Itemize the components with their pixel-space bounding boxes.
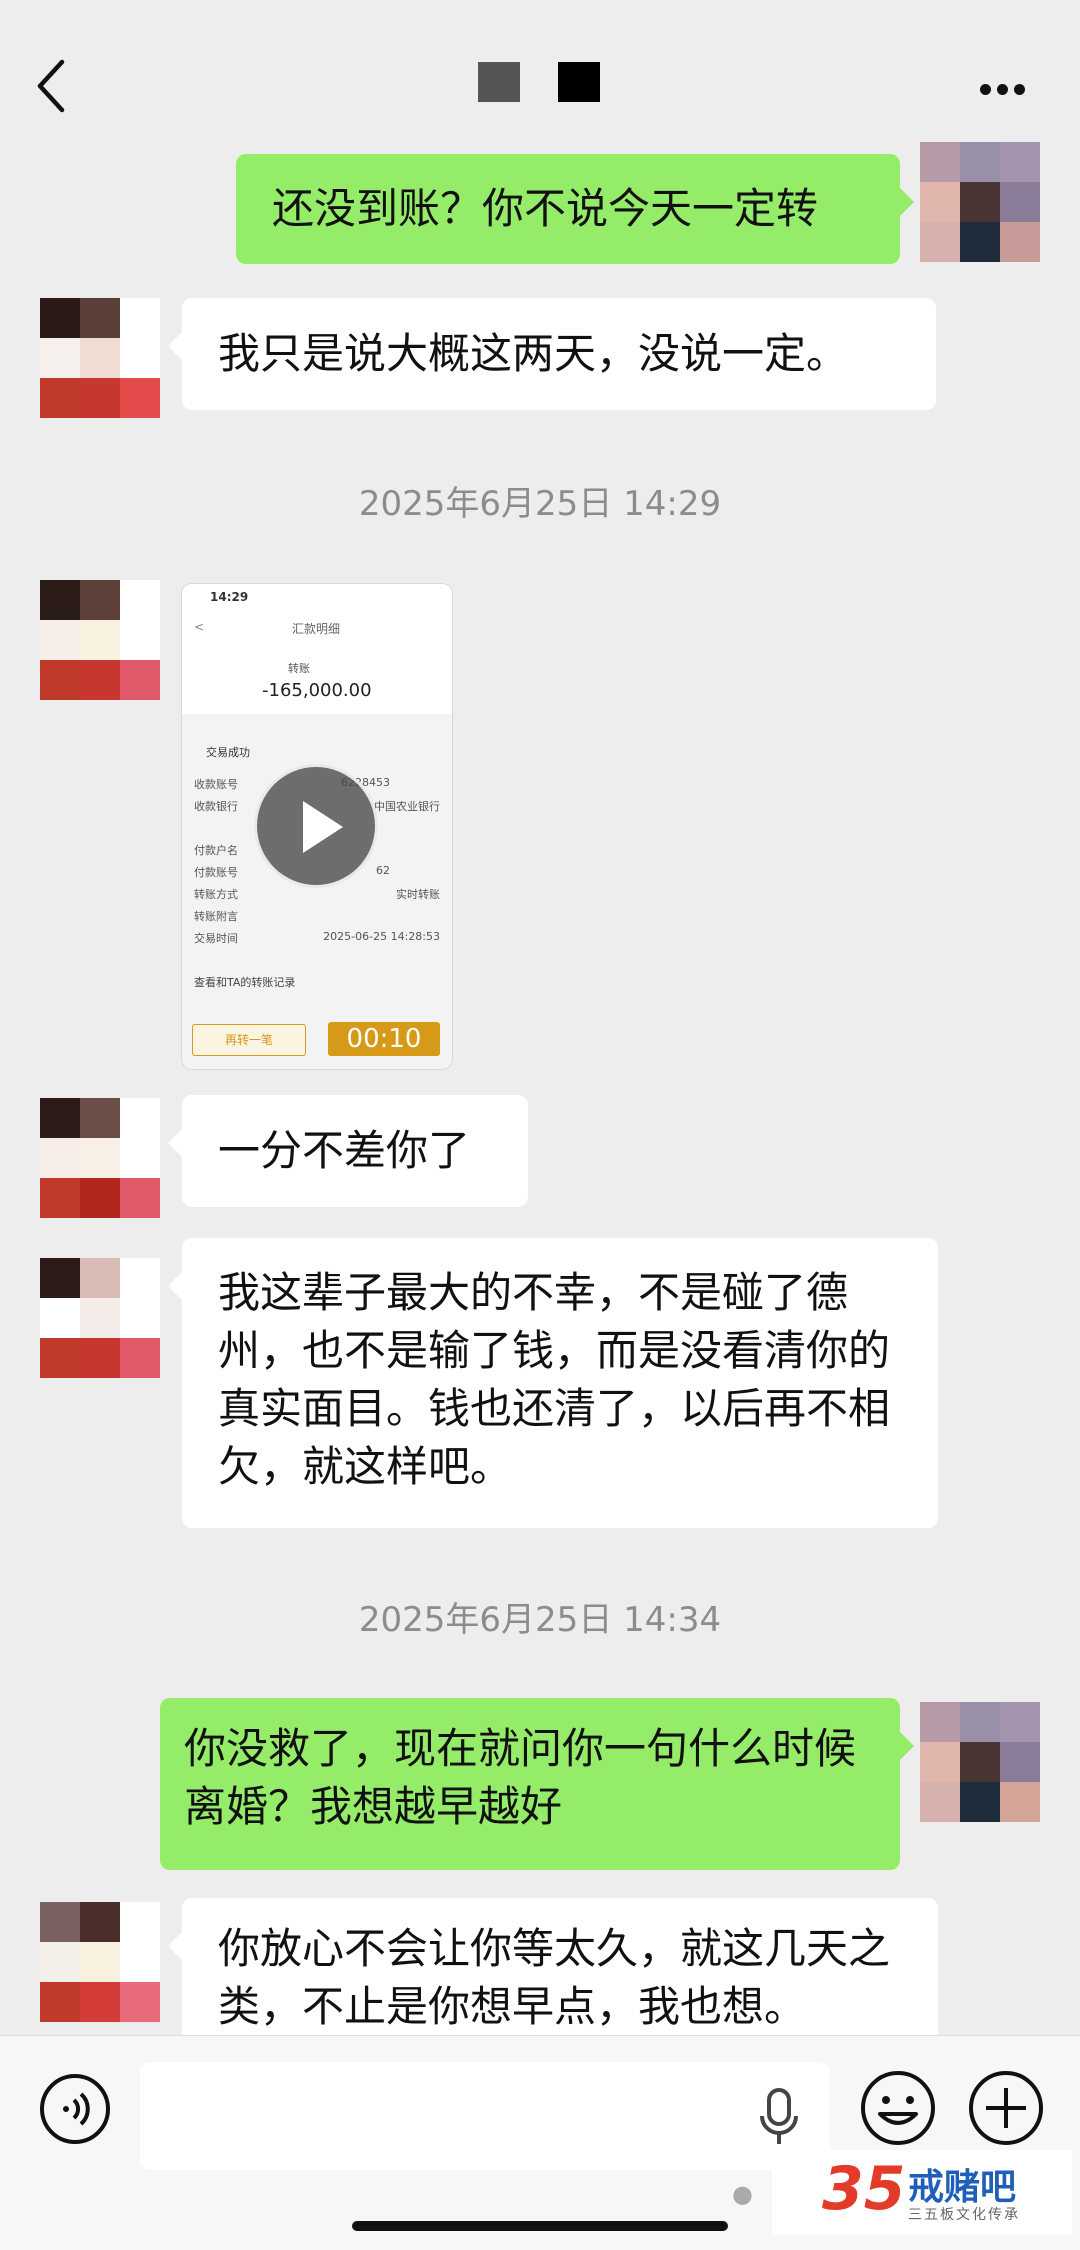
play-icon[interactable] bbox=[254, 764, 378, 888]
video-type-label: 转账 bbox=[288, 662, 310, 675]
contact-avatar[interactable] bbox=[40, 298, 160, 418]
home-indicator[interactable] bbox=[352, 2221, 728, 2231]
mic-icon[interactable] bbox=[756, 2086, 802, 2150]
video-history-link: 查看和TA的转账记录 bbox=[194, 976, 296, 989]
contact-avatar[interactable] bbox=[40, 580, 160, 700]
timestamp: 2025年6月25日 14:34 bbox=[358, 1600, 722, 1640]
chat-area[interactable]: 还没到账？你不说今天一定转 我只是说大概这两天，没说一定。 2025年6月25日… bbox=[0, 140, 1080, 2035]
wechat-icon: ● bbox=[732, 2180, 753, 2208]
video-row-value: 62 bbox=[376, 864, 390, 877]
message-bubble-sent[interactable]: 还没到账？你不说今天一定转 bbox=[236, 154, 914, 264]
video-row-label: 付款户名 bbox=[194, 844, 238, 857]
video-amount: -165,000.00 bbox=[262, 680, 372, 701]
video-duration: 00:10 bbox=[328, 1022, 440, 1056]
message-bubble-received[interactable]: 一分不差你了 bbox=[168, 1095, 528, 1207]
video-message[interactable]: 14:29 < 汇款明细 转账 -165,000.00 交易成功 收款账号 62… bbox=[182, 584, 452, 1069]
plus-icon[interactable] bbox=[966, 2068, 1046, 2148]
message-input[interactable] bbox=[140, 2062, 830, 2170]
my-avatar[interactable] bbox=[920, 142, 1040, 262]
video-screen-title: 汇款明细 bbox=[292, 622, 341, 636]
contact-avatar[interactable] bbox=[40, 1902, 160, 2022]
video-row-label: 收款账号 bbox=[194, 778, 238, 791]
top-bar bbox=[0, 0, 1080, 140]
video-row-value: 2025-06-25 14:28:53 bbox=[323, 930, 440, 943]
my-avatar[interactable] bbox=[920, 1702, 1040, 1822]
video-status-time: 14:29 bbox=[210, 590, 249, 604]
back-icon[interactable] bbox=[32, 56, 72, 116]
voice-icon[interactable] bbox=[38, 2072, 112, 2146]
watermark-slogan: 三五板文化传承 bbox=[908, 2207, 1020, 2223]
watermark-logo: ● 35 戒赌吧 三五板文化传承 bbox=[732, 2150, 1072, 2235]
video-row-value: 实时转账 bbox=[396, 888, 440, 901]
video-back-icon: < bbox=[194, 620, 205, 634]
masked-title-block bbox=[558, 62, 600, 102]
video-row-label: 收款银行 bbox=[194, 800, 238, 813]
video-row-label: 转账方式 bbox=[194, 888, 238, 901]
video-screen-header: 14:29 < 汇款明细 转账 -165,000.00 bbox=[182, 584, 452, 714]
message-bubble-received[interactable]: 我这辈子最大的不幸，不是碰了德州，也不是输了钱，而是没看清你的真实面目。钱也还清… bbox=[168, 1238, 938, 1528]
message-bubble-sent[interactable]: 你没救了，现在就问你一句什么时候离婚？我想越早越好 bbox=[160, 1698, 914, 1870]
video-status: 交易成功 bbox=[206, 746, 250, 759]
video-row-label: 转账附言 bbox=[194, 910, 238, 923]
timestamp: 2025年6月25日 14:29 bbox=[358, 484, 722, 524]
contact-avatar[interactable] bbox=[40, 1098, 160, 1218]
video-row-label: 交易时间 bbox=[194, 932, 238, 945]
message-bubble-received[interactable]: 我只是说大概这两天，没说一定。 bbox=[168, 298, 936, 410]
watermark-number: 35 bbox=[822, 2154, 906, 2224]
video-row-label: 付款账号 bbox=[194, 866, 238, 879]
video-again-button: 再转一笔 bbox=[192, 1024, 306, 1056]
more-icon[interactable] bbox=[980, 80, 1040, 95]
video-row-value: 中国农业银行 bbox=[374, 800, 440, 813]
emoji-icon[interactable] bbox=[858, 2068, 938, 2148]
message-bubble-received[interactable]: 你放心不会让你等太久，就这几天之类，不止是你想早点，我也想。 bbox=[168, 1898, 938, 2035]
masked-title-block bbox=[478, 62, 520, 102]
watermark-name: 戒赌吧 bbox=[908, 2167, 1017, 2208]
contact-avatar[interactable] bbox=[40, 1258, 160, 1378]
